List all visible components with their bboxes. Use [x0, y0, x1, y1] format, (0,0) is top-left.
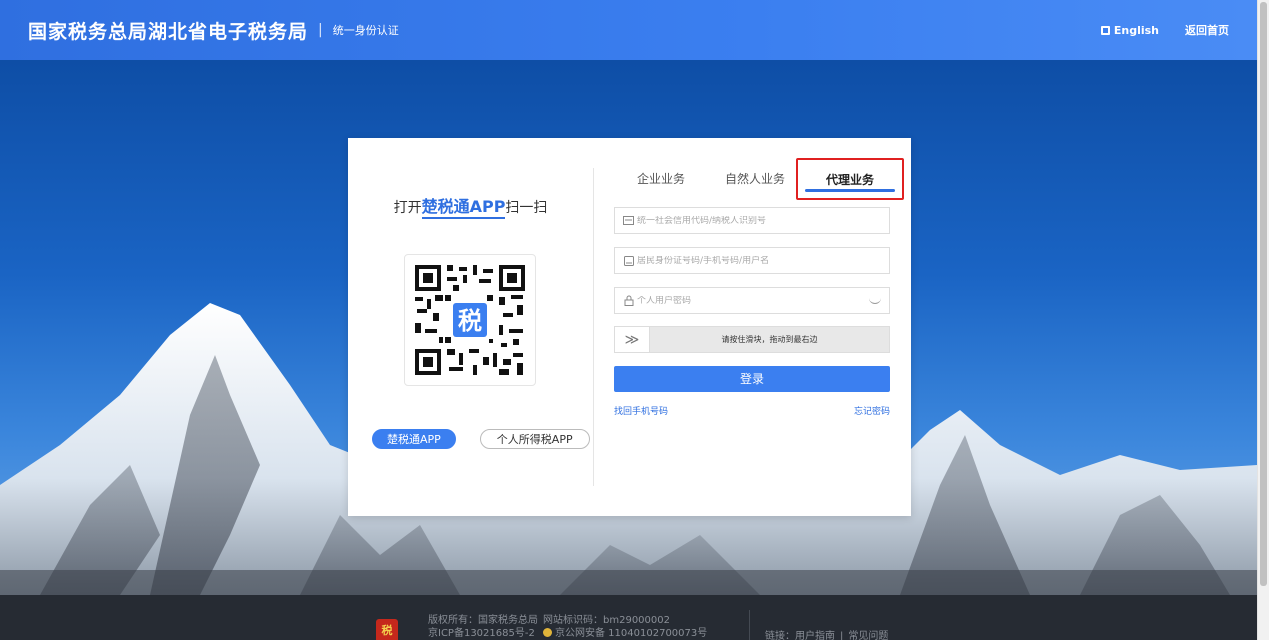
language-label: English [1113, 23, 1159, 37]
auxiliary-links: 找回手机号码 忘记密码 [614, 404, 890, 417]
police-badge-icon [543, 628, 552, 637]
language-switch[interactable]: English [1100, 23, 1159, 37]
site-subtitle: 统一身份认证 [332, 24, 399, 37]
scan-suffix: 扫一扫 [505, 200, 548, 216]
login-card: 打开楚税通APP扫一扫 税 楚税通APP 个人所得税APP 企业业务 自然人业务… [348, 138, 911, 516]
scan-instruction: 打开楚税通APP扫一扫 [348, 193, 593, 219]
slide-captcha: ≫ 请按住滑块，拖动到最右边 [614, 326, 890, 353]
scrollbar-thumb[interactable] [1260, 2, 1267, 586]
copyright-text: 版权所有：国家税务总局 [428, 615, 538, 626]
recover-phone-link[interactable]: 找回手机号码 [614, 407, 668, 417]
qr-code: 税 [404, 254, 536, 386]
scan-prefix: 打开 [393, 200, 422, 216]
page-footer: 税 版权所有：国家税务总局 京ICP备13021685号-2 网站标识码：bm2… [0, 595, 1257, 640]
header-actions: English 返回首页 [1100, 22, 1229, 38]
login-button[interactable]: 登录 [614, 366, 890, 392]
pane-divider [593, 168, 594, 486]
links-prefix: 链接： [765, 631, 795, 640]
business-tabs: 企业业务 自然人业务 代理业务 [614, 158, 904, 200]
app-button-individual-tax[interactable]: 个人所得税APP [479, 429, 590, 449]
id-number-input[interactable] [637, 255, 889, 266]
icp-text[interactable]: 京ICP备13021685号-2 [428, 627, 538, 640]
lock-icon [623, 295, 634, 306]
password-input[interactable] [637, 295, 889, 306]
slider-hint: 请按住滑块，拖动到最右边 [721, 335, 818, 344]
page-scrollbar[interactable] [1257, 0, 1269, 640]
footer-links: 链接：用户指南 | 常见问题 [765, 627, 888, 640]
home-link[interactable]: 返回首页 [1185, 22, 1229, 38]
credit-code-input[interactable] [637, 215, 889, 226]
tax-emblem-icon: 税 [376, 619, 398, 640]
tab-agency-label: 代理业务 [825, 173, 874, 187]
scan-app-name: 楚税通APP [421, 197, 506, 219]
qr-login-pane: 打开楚税通APP扫一扫 税 楚税通APP 个人所得税APP [348, 138, 593, 516]
footer-site-block: 网站标识码：bm29000002 京公网安备 11040102700073号 [543, 614, 707, 640]
police-record[interactable]: 京公网安备 11040102700073号 [543, 627, 707, 640]
id-number-field [614, 247, 890, 274]
active-tab-indicator [805, 189, 895, 192]
tab-agency[interactable]: 代理业务 [796, 158, 904, 200]
footer-link-divider: | [840, 631, 844, 640]
police-record-text: 京公网安备 11040102700073号 [555, 628, 708, 639]
account-login-pane: 企业业务 自然人业务 代理业务 统一社会信用代码/纳税人识别号 居民身份证号码/… [614, 138, 904, 516]
password-field [614, 287, 890, 314]
id-card-icon [623, 216, 634, 226]
top-header: 国家税务总局湖北省电子税务局 | 统一身份认证 English 返回首页 [0, 0, 1257, 60]
credit-code-field [614, 207, 890, 234]
forgot-password-link[interactable]: 忘记密码 [854, 404, 890, 417]
app-button-chushuitong[interactable]: 楚税通APP [372, 429, 456, 449]
site-title: 国家税务总局湖北省电子税务局 [28, 20, 309, 43]
user-guide-link[interactable]: 用户指南 [795, 631, 835, 640]
qr-code-image: 税 [413, 263, 527, 377]
footer-copyright-block: 版权所有：国家税务总局 京ICP备13021685号-2 [428, 614, 538, 640]
tab-individual[interactable]: 自然人业务 [725, 170, 785, 187]
slider-handle[interactable]: ≫ [615, 327, 650, 352]
tab-enterprise[interactable]: 企业业务 [637, 170, 685, 187]
language-icon [1100, 25, 1110, 35]
qr-center-char: 税 [458, 307, 482, 335]
site-id-text: 网站标识码：bm29000002 [543, 615, 670, 626]
user-card-icon [623, 255, 634, 266]
footer-separator [749, 610, 750, 640]
faq-link[interactable]: 常见问题 [848, 631, 888, 640]
title-separator: | [318, 22, 323, 38]
app-switch: 楚税通APP 个人所得税APP [372, 429, 590, 449]
